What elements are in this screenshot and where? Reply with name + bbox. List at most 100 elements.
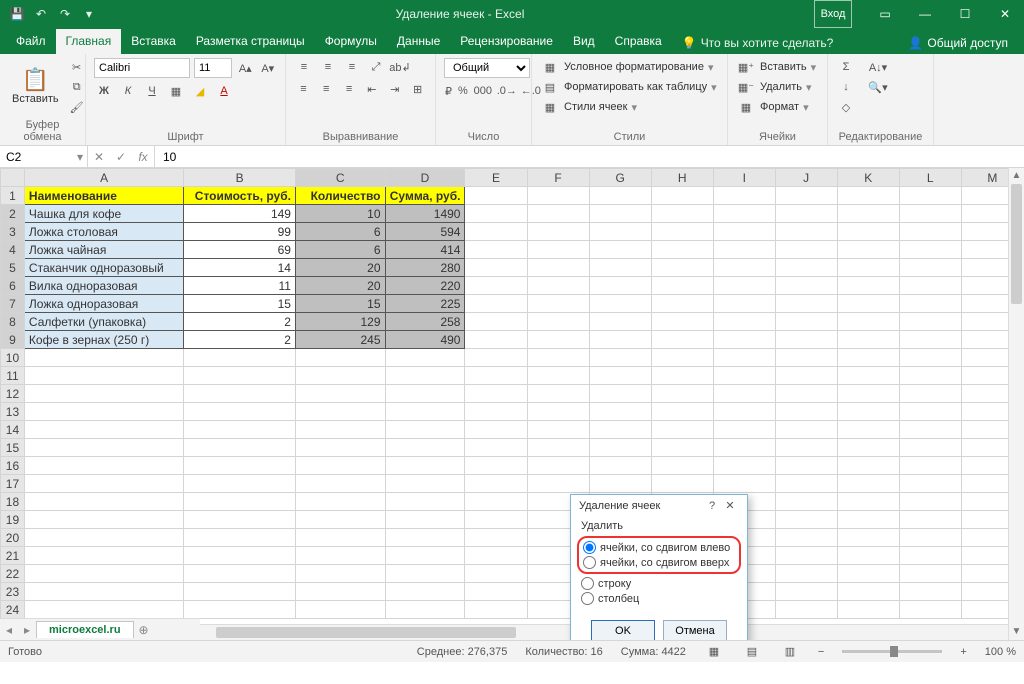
cell[interactable] bbox=[24, 367, 183, 385]
cell[interactable] bbox=[527, 475, 589, 493]
undo-icon[interactable]: ↶ bbox=[32, 7, 50, 21]
col-header[interactable]: K bbox=[837, 169, 899, 187]
zoom-level[interactable]: 100 % bbox=[985, 646, 1016, 658]
cell[interactable] bbox=[775, 439, 837, 457]
maximize-icon[interactable]: ☐ bbox=[946, 0, 984, 28]
cell[interactable] bbox=[775, 223, 837, 241]
cell[interactable] bbox=[837, 511, 899, 529]
cell[interactable] bbox=[589, 241, 651, 259]
redo-icon[interactable]: ↷ bbox=[56, 7, 74, 21]
cell[interactable] bbox=[24, 403, 183, 421]
cell[interactable]: Салфетки (упаковка) bbox=[24, 313, 183, 331]
cell[interactable] bbox=[527, 439, 589, 457]
help-icon[interactable]: ? bbox=[703, 500, 721, 512]
cell[interactable] bbox=[295, 349, 385, 367]
row-header[interactable]: 7 bbox=[1, 295, 25, 313]
cell[interactable] bbox=[837, 439, 899, 457]
cell[interactable]: 2 bbox=[184, 313, 296, 331]
cell[interactable] bbox=[713, 475, 775, 493]
cell[interactable] bbox=[24, 385, 183, 403]
cell[interactable] bbox=[589, 439, 651, 457]
cell[interactable] bbox=[385, 421, 465, 439]
tab-review[interactable]: Рецензирование bbox=[450, 29, 563, 54]
cell[interactable] bbox=[899, 241, 961, 259]
row-header[interactable]: 11 bbox=[1, 367, 25, 385]
merge-icon[interactable]: ⊞ bbox=[408, 80, 427, 98]
cell[interactable] bbox=[899, 367, 961, 385]
cell[interactable] bbox=[24, 565, 183, 583]
cell[interactable]: 15 bbox=[295, 295, 385, 313]
format-as-table-button[interactable]: ▤Форматировать как таблицу▾ bbox=[540, 78, 719, 96]
cell[interactable] bbox=[651, 187, 713, 205]
row-header[interactable]: 4 bbox=[1, 241, 25, 259]
vertical-scrollbar[interactable]: ▲ ▼ bbox=[1008, 168, 1024, 640]
col-header[interactable]: I bbox=[713, 169, 775, 187]
autosum-icon[interactable]: Σ bbox=[836, 58, 856, 76]
cell[interactable] bbox=[465, 223, 527, 241]
cell[interactable] bbox=[589, 403, 651, 421]
cell[interactable] bbox=[837, 583, 899, 601]
ribbon-options-icon[interactable]: ▭ bbox=[866, 0, 904, 28]
cell[interactable] bbox=[184, 511, 296, 529]
tab-help[interactable]: Справка bbox=[605, 29, 672, 54]
row-header[interactable]: 3 bbox=[1, 223, 25, 241]
col-header[interactable]: G bbox=[589, 169, 651, 187]
cell[interactable]: 225 bbox=[385, 295, 465, 313]
cell[interactable] bbox=[527, 349, 589, 367]
format-cells-button[interactable]: ▦Формат▾ bbox=[736, 98, 819, 116]
cell[interactable] bbox=[465, 547, 527, 565]
cell[interactable] bbox=[713, 367, 775, 385]
cell[interactable] bbox=[775, 475, 837, 493]
cell[interactable] bbox=[589, 223, 651, 241]
cell[interactable]: 14 bbox=[184, 259, 296, 277]
cell[interactable] bbox=[527, 223, 589, 241]
cell[interactable] bbox=[184, 565, 296, 583]
share-button[interactable]: 👤 Общий доступ bbox=[898, 32, 1018, 54]
cell[interactable] bbox=[775, 205, 837, 223]
tab-insert[interactable]: Вставка bbox=[121, 29, 186, 54]
sort-filter-icon[interactable]: A↓▾ bbox=[862, 58, 894, 76]
cell[interactable] bbox=[24, 529, 183, 547]
tab-file[interactable]: Файл bbox=[6, 29, 56, 54]
align-top-icon[interactable]: ≡ bbox=[294, 58, 314, 76]
cell[interactable] bbox=[899, 313, 961, 331]
row-header[interactable]: 10 bbox=[1, 349, 25, 367]
radio-shift-up[interactable]: ячейки, со сдвигом вверх bbox=[583, 555, 735, 570]
cell[interactable] bbox=[775, 421, 837, 439]
cell[interactable] bbox=[295, 583, 385, 601]
cell[interactable]: 11 bbox=[184, 277, 296, 295]
paste-button[interactable]: 📋 Вставить bbox=[8, 67, 63, 107]
cell[interactable] bbox=[775, 367, 837, 385]
cell[interactable] bbox=[295, 511, 385, 529]
scroll-thumb[interactable] bbox=[216, 627, 516, 638]
align-left-icon[interactable]: ≡ bbox=[294, 80, 313, 98]
cell-styles-button[interactable]: ▦Стили ячеек▾ bbox=[540, 98, 719, 116]
cell[interactable]: 69 bbox=[184, 241, 296, 259]
cell[interactable] bbox=[589, 385, 651, 403]
cell[interactable] bbox=[651, 367, 713, 385]
col-header[interactable]: F bbox=[527, 169, 589, 187]
worksheet-grid[interactable]: ABCDEFGHIJKLM1НаименованиеСтоимость, руб… bbox=[0, 168, 1024, 640]
fx-icon[interactable]: fx bbox=[132, 150, 154, 164]
cell[interactable] bbox=[295, 367, 385, 385]
cell[interactable] bbox=[775, 187, 837, 205]
row-header[interactable]: 16 bbox=[1, 457, 25, 475]
cell[interactable] bbox=[899, 259, 961, 277]
col-header[interactable]: A bbox=[24, 169, 183, 187]
radio-input[interactable] bbox=[581, 577, 594, 590]
cell[interactable] bbox=[899, 583, 961, 601]
page-break-icon[interactable]: ▥ bbox=[780, 645, 800, 658]
cell[interactable] bbox=[589, 295, 651, 313]
cell[interactable] bbox=[465, 511, 527, 529]
inc-decimal-icon[interactable]: .0→ bbox=[497, 82, 517, 100]
cell[interactable] bbox=[775, 313, 837, 331]
cell[interactable] bbox=[837, 187, 899, 205]
cell[interactable] bbox=[465, 187, 527, 205]
cell[interactable] bbox=[184, 601, 296, 619]
cell[interactable]: 2 bbox=[184, 331, 296, 349]
cell[interactable] bbox=[837, 259, 899, 277]
cell[interactable] bbox=[899, 475, 961, 493]
cell[interactable] bbox=[837, 385, 899, 403]
cell[interactable] bbox=[385, 349, 465, 367]
cell[interactable] bbox=[295, 421, 385, 439]
